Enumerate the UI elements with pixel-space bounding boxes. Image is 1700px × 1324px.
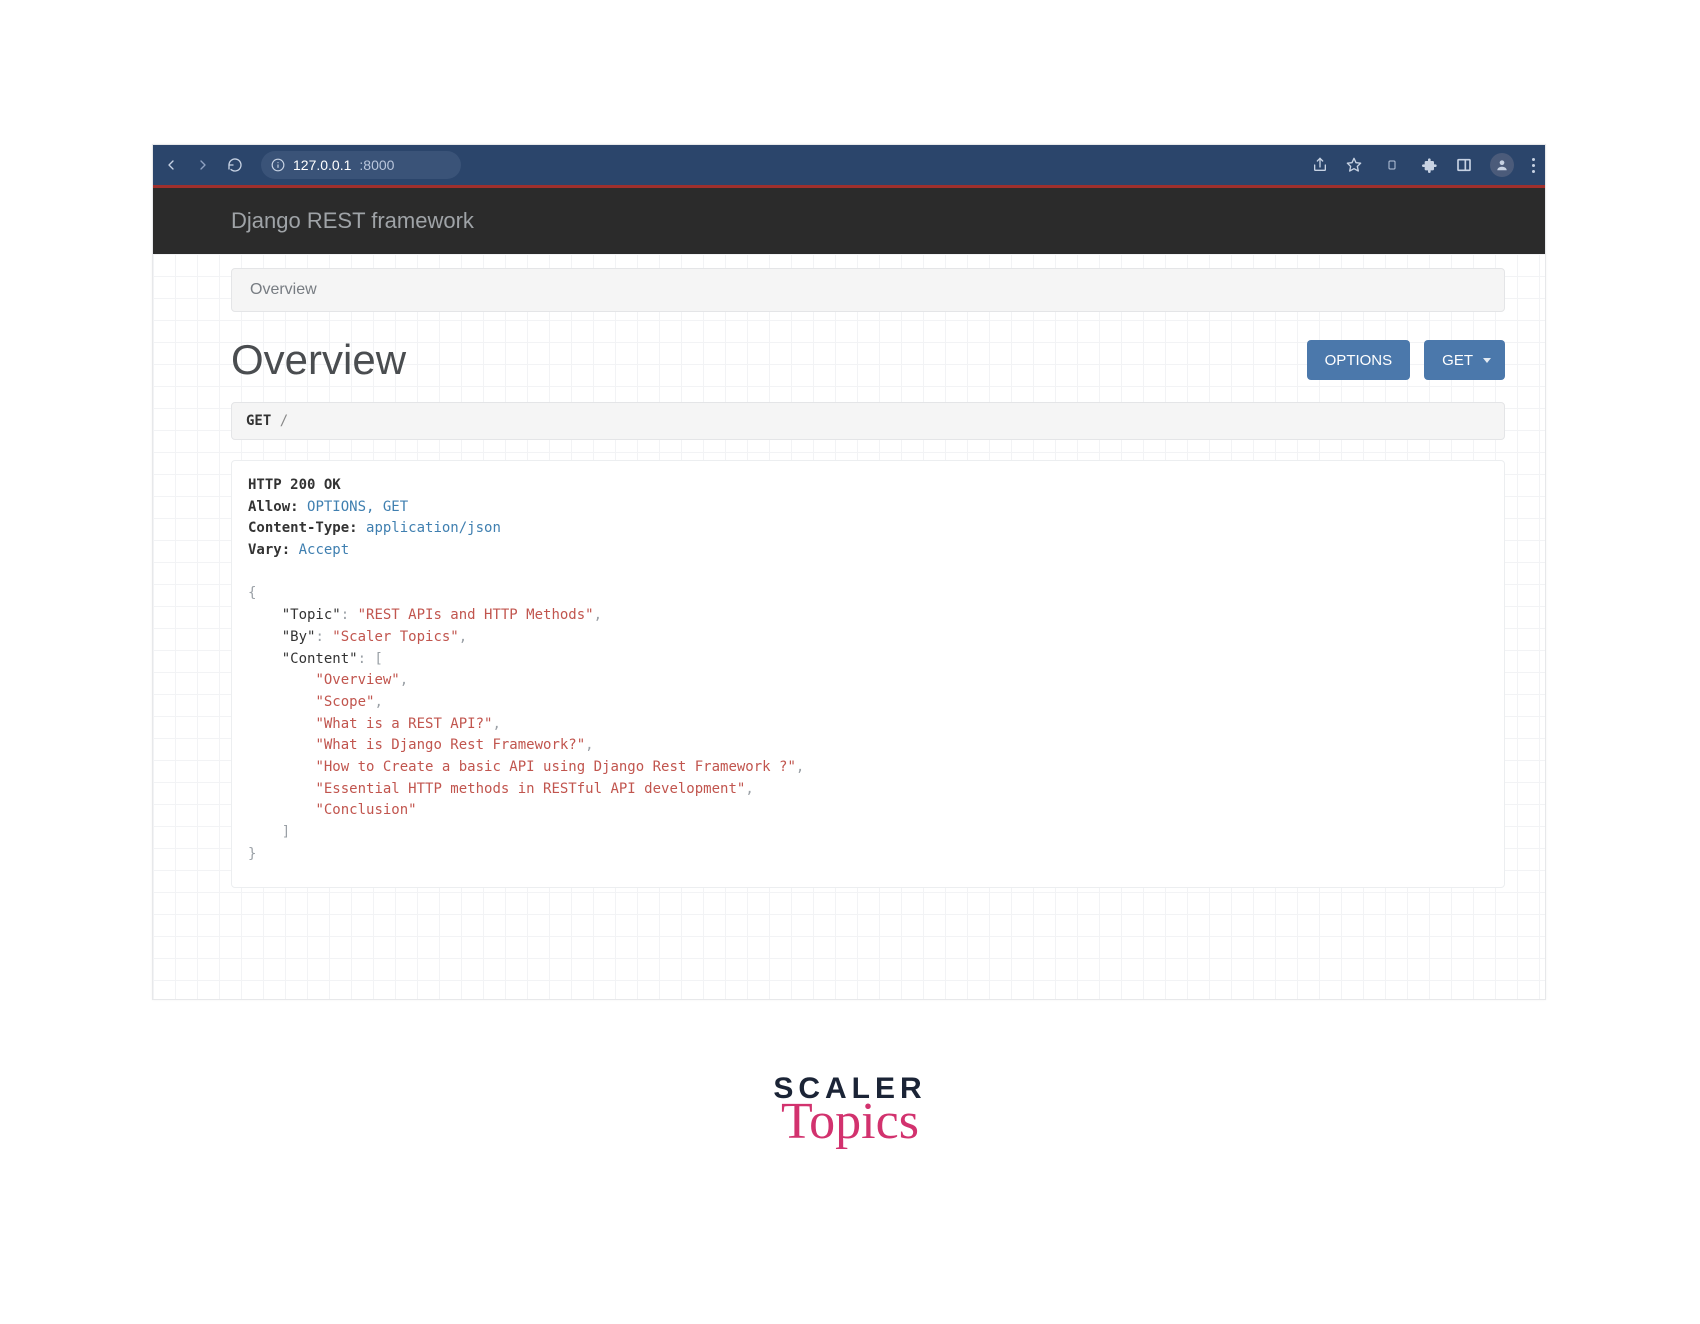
share-icon[interactable]	[1312, 157, 1328, 173]
content-area: Overview Overview OPTIONS GET GET / HTTP…	[153, 254, 1545, 999]
url-port: :8000	[359, 157, 394, 173]
title-row: Overview OPTIONS GET	[231, 336, 1505, 384]
reload-icon[interactable]	[227, 157, 243, 173]
request-box: GET /	[231, 402, 1505, 440]
nav-buttons-group	[163, 157, 243, 173]
response-headers: Allow: OPTIONS, GETContent-Type: applica…	[248, 497, 1488, 562]
action-buttons: OPTIONS GET	[1307, 340, 1505, 380]
browser-toolbar: 127.0.0.1 :8000	[153, 145, 1545, 185]
url-host: 127.0.0.1	[293, 157, 351, 173]
bookmark-star-icon[interactable]	[1346, 157, 1362, 173]
response-body: { "Topic": "REST APIs and HTTP Methods",…	[248, 562, 1488, 866]
get-button[interactable]: GET	[1424, 340, 1505, 380]
options-button[interactable]: OPTIONS	[1307, 340, 1411, 380]
request-method: GET	[246, 413, 271, 429]
extensions-icon[interactable]	[1422, 157, 1438, 173]
chevron-down-icon	[1483, 358, 1491, 363]
menu-icon[interactable]	[1532, 158, 1535, 173]
options-button-label: OPTIONS	[1325, 352, 1393, 369]
app-header: Django REST framework	[153, 188, 1545, 254]
request-path: /	[280, 413, 288, 429]
address-bar[interactable]: 127.0.0.1 :8000	[261, 151, 461, 179]
permission-icon[interactable]	[1380, 153, 1404, 177]
response-header: Vary: Accept	[248, 540, 1488, 562]
response-box: HTTP 200 OK Allow: OPTIONS, GETContent-T…	[231, 460, 1505, 888]
brand-link[interactable]: Django REST framework	[231, 208, 474, 234]
breadcrumb: Overview	[231, 268, 1505, 312]
logo-line2: Topics	[768, 1096, 932, 1148]
browser-window: 127.0.0.1:8000 Django	[152, 144, 1546, 1000]
toolbar-right-group	[1312, 153, 1535, 177]
scaler-logo: SCALER Topics	[768, 1072, 932, 1148]
response-status-line: HTTP 200 OK	[248, 475, 1488, 497]
get-button-label: GET	[1442, 352, 1473, 369]
forward-icon[interactable]	[195, 157, 211, 173]
panel-icon[interactable]	[1456, 157, 1472, 173]
response-header: Content-Type: application/json	[248, 518, 1488, 540]
page-title: Overview	[231, 336, 406, 384]
site-info-icon[interactable]	[271, 158, 285, 172]
back-icon[interactable]	[163, 157, 179, 173]
response-header: Allow: OPTIONS, GET	[248, 497, 1488, 519]
profile-avatar-icon[interactable]	[1490, 153, 1514, 177]
breadcrumb-item[interactable]: Overview	[250, 281, 317, 298]
